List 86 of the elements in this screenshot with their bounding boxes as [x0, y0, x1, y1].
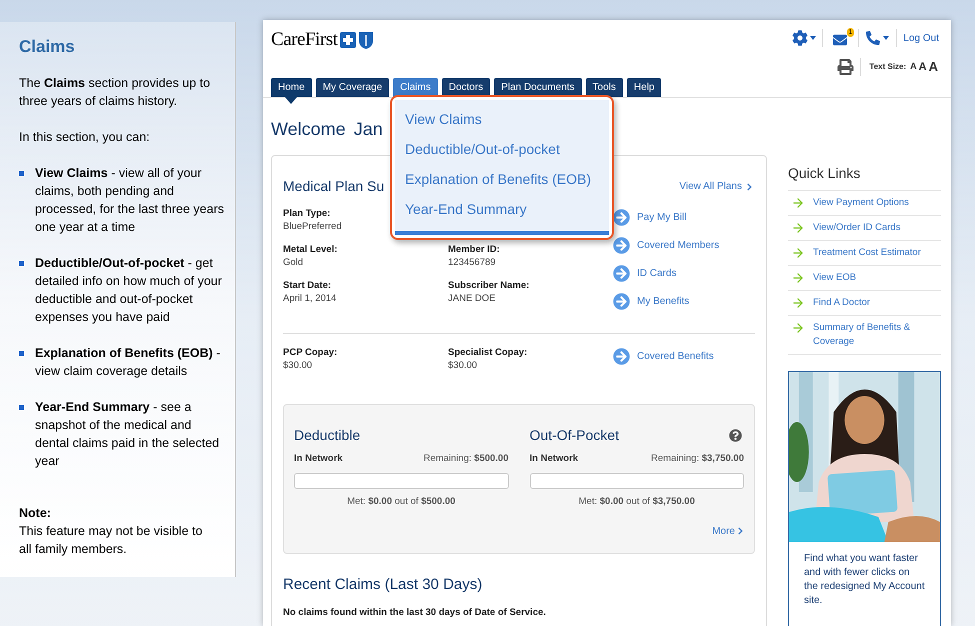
field-value: $30.00 — [283, 359, 314, 372]
plan-link[interactable]: My Benefits — [613, 291, 720, 311]
promo-text: Find what you want faster and with fewer clicks on the redesigned My Account site. — [803, 552, 926, 608]
field-value: $30.00 — [448, 359, 478, 372]
arrow-right-icon — [791, 221, 805, 235]
text-size-button[interactable]: A — [928, 57, 939, 77]
arrow-right-icon — [791, 271, 805, 285]
plan-link[interactable]: Pay My Bill — [613, 207, 720, 227]
nav-tab[interactable]: Claims — [393, 78, 438, 97]
phone-icon — [866, 31, 880, 45]
plan-summary-title: Medical Plan Su — [283, 177, 384, 196]
member-name: Jan — [354, 118, 383, 141]
logo-text: CareFirst — [271, 28, 338, 52]
cross-shield-icon — [339, 30, 376, 50]
log-out-link[interactable]: Log Out — [897, 30, 939, 46]
quick-link[interactable]: Summary of Benefits & Coverage — [788, 316, 941, 355]
field-value: April 1, 2014 — [283, 292, 336, 305]
met-amount: Met: $0.00 out of $3,750.00 — [578, 495, 695, 510]
chevron-icon — [746, 182, 753, 190]
quick-link[interactable]: View/Order ID Cards — [788, 216, 941, 241]
meter-title: Out-Of-Pocket — [530, 426, 619, 445]
remaining-amount: Remaining: $500.00 — [423, 452, 508, 466]
nav-tab[interactable]: My Coverage — [316, 78, 390, 97]
field-value: JANE DOE — [448, 292, 496, 305]
menu-item[interactable]: Deductible/Out-of-pocket — [395, 139, 609, 169]
help-icon — [729, 429, 742, 442]
feature-description: View Claims - view all of your claims, both pending and processed, for the last three years one year at a time — [35, 165, 225, 236]
field-label: Start Date: — [283, 279, 332, 292]
covered-benefits-link[interactable]: Covered Benefits — [613, 346, 714, 366]
field-label: Metal Level: — [283, 243, 338, 256]
network-label: In Network — [294, 452, 343, 466]
no-claims-message: No claims found within the last 30 days of Date of Service. — [283, 606, 547, 620]
field-label: Specialist Copay: — [448, 346, 528, 359]
bullet-icon — [19, 405, 24, 410]
field-value: Gold — [283, 256, 304, 269]
feature-description: Deductible/Out-of-pocket - get detailed info on how much of your deductible and out-of-pocket expenses you have paid — [35, 255, 223, 326]
intro-text: The Claims section provides up to three years of claims history. — [19, 75, 212, 110]
quick-link[interactable]: Find A Doctor — [788, 291, 941, 316]
met-amount: Met: $0.00 out of $500.00 — [347, 495, 456, 510]
field-label: Plan Type: — [283, 207, 330, 220]
arrow-right-icon — [791, 196, 805, 210]
sidebar-title: Claims — [19, 38, 76, 56]
feature-description: Explanation of Benefits (EOB) - view claim coverage details — [35, 345, 222, 380]
welcome-text: Welcome — [271, 118, 346, 141]
field-label: Subscriber Name: — [448, 279, 530, 292]
intro-lead: In this section, you can: — [19, 129, 151, 146]
field-label: PCP Copay: — [283, 346, 338, 359]
arrow-right-icon — [791, 296, 805, 310]
more-link[interactable]: More — [712, 524, 744, 538]
settings-icon — [792, 30, 808, 46]
active-pointer-icon — [284, 96, 298, 104]
field-value: 123456789 — [448, 256, 496, 269]
text-size-button[interactable]: A — [918, 58, 928, 76]
meter-title: Deductible — [294, 426, 360, 445]
caret-icon — [883, 36, 890, 40]
print-icon — [837, 59, 854, 75]
arrow-right-icon — [791, 321, 805, 335]
quick-links-title: Quick Links — [788, 155, 941, 191]
note-label: Note: — [19, 505, 52, 522]
quick-link[interactable]: View EOB — [788, 266, 941, 291]
menu-item[interactable]: View Claims — [395, 109, 609, 139]
remaining-amount: Remaining: $3,750.00 — [651, 452, 744, 466]
view-all-plans-link[interactable]: View All Plans — [679, 179, 755, 194]
nav-tab[interactable]: Tools — [586, 78, 623, 97]
bullet-icon — [19, 351, 24, 356]
plan-link[interactable]: ID Cards — [613, 263, 720, 283]
note-text: This feature may not be visible to all family members. — [19, 523, 204, 558]
chevron-icon — [737, 527, 744, 535]
caret-icon — [810, 36, 816, 40]
bullet-icon — [19, 261, 24, 266]
mail-icon — [830, 33, 848, 47]
text-size-button[interactable]: A — [909, 60, 918, 74]
network-label: In Network — [530, 452, 578, 466]
bullet-icon — [19, 171, 24, 176]
text-size-label: Text Size: — [869, 61, 906, 73]
quick-link[interactable]: View Payment Options — [788, 191, 941, 216]
plan-link[interactable]: Covered Members — [613, 235, 720, 255]
quick-link[interactable]: Treatment Cost Estimator — [788, 241, 941, 266]
menu-item[interactable]: Explanation of Benefits (EOB) — [395, 169, 609, 199]
nav-tab[interactable]: Help — [626, 78, 662, 97]
recent-claims-title: Recent Claims (Last 30 Days) — [283, 574, 484, 594]
feature-description: Year-End Summary - see a snapshot of the medical and dental claims paid in the selected year — [35, 399, 220, 470]
menu-item[interactable]: Year-End Summary — [395, 199, 609, 229]
arrow-right-icon — [791, 246, 805, 260]
field-value: BluePreferred — [283, 220, 342, 233]
field-label: Member ID: — [448, 243, 500, 256]
